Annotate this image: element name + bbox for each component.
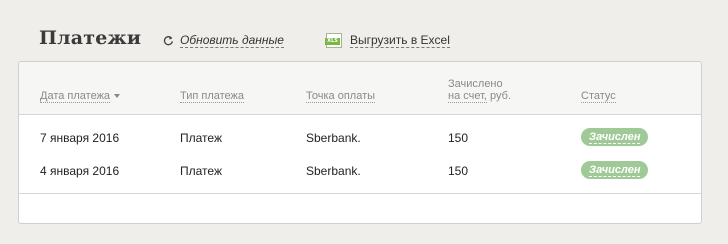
table-footer-divider (19, 193, 701, 194)
column-header-credited-line2b: руб. (490, 90, 512, 102)
column-header-credited-line1: Зачислено (448, 78, 503, 90)
column-header-credited[interactable]: Зачислено на счет, руб. (448, 78, 512, 103)
status-badge[interactable]: Зачислен (581, 128, 649, 146)
column-header-status-label: Статус (581, 90, 616, 103)
payment-point: Sberbank. (306, 164, 361, 178)
excel-file-icon: XLS (325, 33, 342, 48)
column-header-credited-line2a: на счет, (448, 90, 487, 103)
payment-point: Sberbank. (306, 131, 361, 145)
refresh-icon (163, 36, 174, 46)
payment-date: 4 января 2016 (40, 164, 120, 178)
column-header-date[interactable]: Дата платежа (40, 90, 121, 103)
status-badge[interactable]: Зачислен (581, 161, 649, 179)
payment-date: 7 января 2016 (40, 131, 120, 145)
column-header-type-label: Тип платежа (180, 90, 245, 103)
status-badge-label: Зачислен (589, 164, 641, 177)
export-excel-label: Выгрузить в Excel (350, 33, 450, 48)
column-header-status[interactable]: Статус (581, 90, 616, 103)
table-row: 4 января 2016 Платеж Sberbank. 150 Зачис… (19, 161, 701, 181)
export-excel-button[interactable]: XLS Выгрузить в Excel (325, 33, 450, 48)
sort-desc-icon (114, 94, 121, 99)
column-header-date-label: Дата платежа (40, 90, 111, 103)
payment-type: Платеж (180, 164, 222, 178)
column-header-point[interactable]: Точка оплаты (306, 90, 376, 103)
table-row: 7 января 2016 Платеж Sberbank. 150 Зачис… (19, 128, 701, 148)
refresh-data-label: Обновить данные (180, 33, 284, 48)
refresh-data-button[interactable]: Обновить данные (163, 33, 284, 48)
column-header-point-label: Точка оплаты (306, 90, 376, 103)
page-title: Платежи (39, 27, 142, 49)
payment-amount: 150 (448, 131, 469, 145)
column-header-type[interactable]: Тип платежа (180, 90, 245, 103)
table-header: Дата платежа Тип платежа Точка оплаты За… (19, 62, 701, 115)
status-badge-label: Зачислен (589, 131, 641, 144)
payment-type: Платеж (180, 131, 222, 145)
payments-table: Дата платежа Тип платежа Точка оплаты За… (18, 61, 702, 224)
excel-icon-text: XLS (325, 38, 340, 45)
payment-amount: 150 (448, 164, 469, 178)
